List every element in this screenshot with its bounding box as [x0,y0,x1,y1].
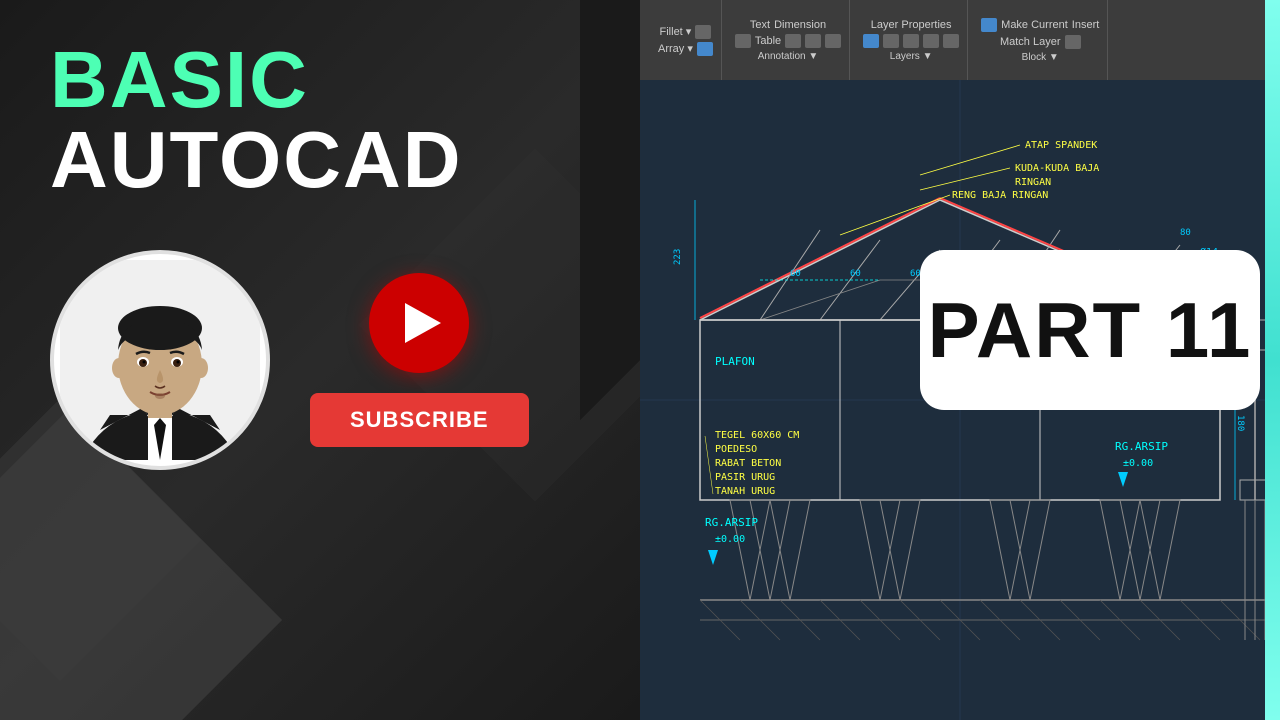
part-text: PART 11 [928,285,1253,376]
svg-text:60: 60 [790,269,801,279]
svg-text:RG.ARSIP: RG.ARSIP [1115,440,1168,453]
dim-icon2[interactable] [805,34,821,48]
svg-text:RINGAN: RINGAN [1015,177,1051,188]
svg-text:PLAFON: PLAFON [715,355,755,368]
svg-text:±0.00: ±0.00 [1123,458,1153,469]
array-icon[interactable] [697,42,713,56]
left-panel: BASIC AUTOCAD [0,0,640,720]
diagonal-separator [580,0,640,720]
teal-accent-right [1265,0,1280,720]
play-icon [405,303,441,343]
svg-text:±0.00: ±0.00 [715,534,745,545]
layer-icon5[interactable] [943,34,959,48]
drawing-canvas: 60 60 60 60 60 223 Ø14 80 ATAP SPANDEK K… [640,80,1280,720]
layer-properties-label[interactable]: Layer Properties [871,19,952,31]
toolbar-fillet-row: Fillet ▾ [660,25,712,39]
toolbar-group-fillet: Fillet ▾ Array ▾ [650,0,722,80]
toolbar-layer-icons [863,34,959,48]
svg-text:80: 80 [1180,228,1191,238]
title-autocad: AUTOCAD [50,120,463,200]
toolbar-matchlayer-row: Match Layer [1000,35,1081,49]
right-buttons: SUBSCRIBE [310,273,529,447]
array-label: Array ▾ [658,42,693,55]
title-basic: BASIC [50,40,309,120]
svg-text:TANAH URUG: TANAH URUG [715,486,775,497]
svg-text:KUDA-KUDA BAJA: KUDA-KUDA BAJA [1015,163,1099,174]
annotation-label: Annotation ▼ [758,51,819,62]
dim-icon[interactable] [785,34,801,48]
insert-label[interactable]: Insert [1072,19,1100,31]
dimension-label[interactable]: Dimension [774,19,826,31]
toolbar-layer-row: Layer Properties [871,19,952,31]
matchlayer-icon[interactable] [1065,35,1081,49]
toolbar-group-block: Make Current Insert Match Layer Block ▼ [973,0,1108,80]
layer-icon4[interactable] [923,34,939,48]
svg-text:POEDESO: POEDESO [715,444,757,455]
layer-icon2[interactable] [883,34,899,48]
play-button[interactable] [369,273,469,373]
toolbar-group-layer: Layer Properties Layers ▼ [855,0,968,80]
toolbar-makecurrent-row: Make Current Insert [981,18,1099,32]
toolbar-array-row: Array ▾ [658,42,713,56]
subscribe-button[interactable]: SUBSCRIBE [310,393,529,447]
bottom-section: SUBSCRIBE [50,250,529,470]
toolbar-group-text: Text Dimension Table Annotation ▼ [727,0,850,80]
makecurrent-icon[interactable] [981,18,997,32]
person-image [60,260,260,460]
matchlayer-label[interactable]: Match Layer [1000,36,1061,48]
table-icon[interactable] [735,34,751,48]
fillet-icon[interactable] [695,25,711,39]
page-container: BASIC AUTOCAD [0,0,1280,720]
block-label: Block ▼ [1022,52,1059,63]
fillet-label: Fillet ▾ [660,25,692,38]
part-badge: PART 11 [920,250,1260,410]
svg-text:180: 180 [1235,415,1245,431]
svg-text:RABAT BETON: RABAT BETON [715,458,781,469]
layer-icon3[interactable] [903,34,919,48]
toolbar-table-row: Table [735,34,841,48]
toolbar-text-row: Text Dimension [750,19,826,31]
svg-text:RG.ARSIP: RG.ARSIP [705,516,758,529]
svg-text:ATAP SPANDEK: ATAP SPANDEK [1025,140,1097,151]
makecurrent-label[interactable]: Make Current [1001,19,1068,31]
avatar [50,250,270,470]
right-panel: Fillet ▾ Array ▾ Text Dimension Table [640,0,1280,720]
layer-icon1[interactable] [863,34,879,48]
svg-text:TEGEL 60X60 CM: TEGEL 60X60 CM [715,430,799,441]
toolbar: Fillet ▾ Array ▾ Text Dimension Table [640,0,1280,80]
svg-text:60: 60 [850,269,861,279]
layers-label: Layers ▼ [890,51,933,62]
svg-text:PASIR URUG: PASIR URUG [715,472,775,483]
dim-icon3[interactable] [825,34,841,48]
table-label[interactable]: Table [755,35,781,47]
svg-text:RENG BAJA RINGAN: RENG BAJA RINGAN [952,190,1048,201]
svg-text:223: 223 [673,249,683,265]
text-label[interactable]: Text [750,19,770,31]
